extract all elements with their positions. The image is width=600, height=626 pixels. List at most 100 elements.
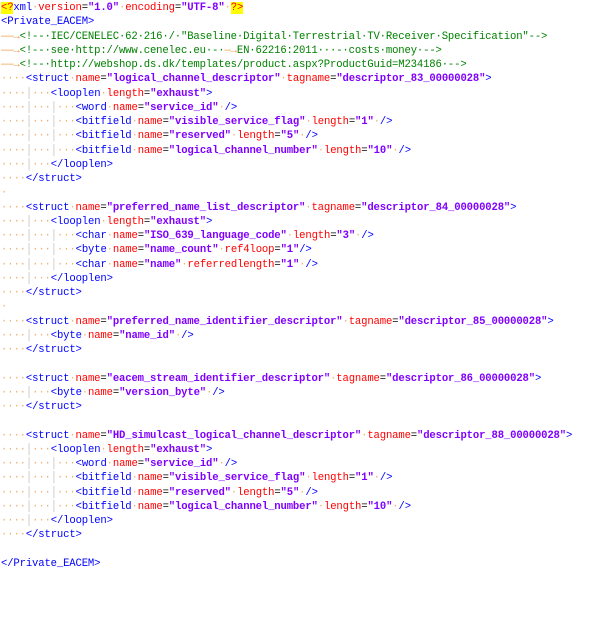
attribute-name: length xyxy=(106,87,144,100)
attribute-value: "visible_service_flag" xyxy=(168,472,306,485)
attribute-value: "HD_simulcast_logical_channel_descriptor… xyxy=(106,429,362,442)
field-line[interactable]: ····│···<byte·name="name_id"·/> xyxy=(1,329,600,343)
field-line[interactable]: ····│···│···<bitfield·name="visible_serv… xyxy=(1,471,600,485)
attribute-value: "visible_service_flag" xyxy=(168,116,306,128)
field-line[interactable]: ····│···│···<word·name="service_id"·/> xyxy=(1,457,600,471)
attribute-value: "name_count" xyxy=(143,244,219,257)
self-close: /> xyxy=(398,500,412,513)
looplen-close-line[interactable]: ····│···</looplen> xyxy=(1,514,600,528)
attribute-name: length xyxy=(292,230,331,242)
attribute-value: "name_id" xyxy=(119,329,175,342)
struct-open-line[interactable]: ····<struct·name="logical_channel_descri… xyxy=(1,72,600,86)
struct-tag: <struct xyxy=(25,315,70,328)
struct-close-tag: </struct> xyxy=(25,529,82,542)
struct-close-line[interactable]: ····</struct> xyxy=(1,528,600,542)
attribute-name: name xyxy=(137,130,163,143)
attribute-name: length xyxy=(106,443,144,456)
xml-declaration-line[interactable]: <?xml·version="1.0"·encoding="UTF-8"·?> xyxy=(1,1,600,15)
attribute-name: name xyxy=(75,429,101,442)
tab-arrow: —→ xyxy=(224,44,237,57)
field-tag: <byte xyxy=(50,329,82,342)
attribute-value: "service_id" xyxy=(143,101,219,114)
field-tag: <char xyxy=(75,258,107,271)
field-line[interactable]: ····│···│···<byte·name="name_count"·ref4… xyxy=(1,243,600,257)
field-tag: <byte xyxy=(75,244,107,257)
attribute-name: ref4loop xyxy=(224,244,275,257)
attribute-value: "eacem_stream_identifier_descriptor" xyxy=(106,372,331,385)
attribute-value: "10" xyxy=(367,500,393,513)
pi-open: <? xyxy=(1,2,14,14)
attribute-name: length xyxy=(323,144,362,157)
field-line[interactable]: ····│···│···<bitfield·name="reserved"·le… xyxy=(1,129,600,143)
attribute-value: "descriptor_86_00000028" xyxy=(385,372,535,385)
struct-open-line[interactable]: ····<struct·name="preferred_name_identif… xyxy=(1,315,600,329)
looplen-open-line[interactable]: ····│···<looplen·length="exhaust"> xyxy=(1,443,600,457)
attribute-name: name xyxy=(137,144,163,157)
attribute-name: name xyxy=(88,329,113,342)
pi-close: ?> xyxy=(230,2,244,14)
field-line[interactable]: ····│···│···<bitfield·name="visible_serv… xyxy=(1,115,600,129)
struct-open-line[interactable]: ····<struct·name="preferred_name_list_de… xyxy=(1,201,600,215)
struct-open-line[interactable]: ····<struct·name="HD_simulcast_logical_c… xyxy=(1,429,600,443)
field-line[interactable]: ····│···│···<bitfield·name="logical_chan… xyxy=(1,144,600,158)
comment-line[interactable]: ——→<!--·see·http://www.cenelec.eu·-·—→EN… xyxy=(1,44,600,58)
attribute-name: name xyxy=(112,258,138,271)
xml-editor[interactable]: <?xml·version="1.0"·encoding="UTF-8"·?> <… xyxy=(0,0,600,571)
attribute-value: "descriptor_83_00000028" xyxy=(336,73,486,86)
blank-line[interactable]: · xyxy=(1,300,600,314)
struct-tag: <struct xyxy=(25,429,70,442)
field-tag: <bitfield xyxy=(75,486,132,499)
looplen-close-line[interactable]: ····│···</looplen> xyxy=(1,158,600,172)
looplen-close-line[interactable]: ····│···</looplen> xyxy=(1,272,600,286)
looplen-tag: <looplen xyxy=(50,215,101,228)
blank-line[interactable]: · xyxy=(1,186,600,200)
blank-line[interactable] xyxy=(1,357,600,371)
root-open-line[interactable]: <Private_EACEM> xyxy=(1,15,600,29)
attribute-name: name xyxy=(75,201,101,214)
attribute-value: "reserved" xyxy=(168,486,231,499)
blank-line[interactable] xyxy=(1,543,600,557)
self-close: /> xyxy=(299,244,312,257)
looplen-open-line[interactable]: ····│···<looplen·length="exhaust"> xyxy=(1,87,600,101)
struct-close-line[interactable]: ····</struct> xyxy=(1,343,600,357)
attribute-name: tagname xyxy=(311,201,355,214)
attribute-value: "1" xyxy=(355,472,374,485)
attribute-name: name xyxy=(75,73,101,86)
struct-close-line[interactable]: ····</struct> xyxy=(1,400,600,414)
tag-close: > xyxy=(565,429,573,442)
field-line[interactable]: ····│···│···<char·name="ISO_639_language… xyxy=(1,229,600,243)
whitespace-dot: · xyxy=(1,187,8,200)
struct-close-line[interactable]: ····</struct> xyxy=(1,286,600,300)
field-tag: <bitfield xyxy=(75,116,132,128)
self-close: /> xyxy=(224,458,238,470)
field-tag: <byte xyxy=(50,386,82,399)
self-close: /> xyxy=(379,472,393,485)
attribute-value: "10" xyxy=(367,144,393,157)
field-line[interactable]: ····│···│···<word·name="service_id"·/> xyxy=(1,101,600,115)
attribute-value: "exhaust" xyxy=(150,87,206,100)
looplen-open-line[interactable]: ····│···<looplen·length="exhaust"> xyxy=(1,215,600,229)
attribute-name: name xyxy=(75,315,101,328)
attribute-value: "logical_channel_number" xyxy=(168,500,318,513)
comment-line[interactable]: ——→<!--·http://webshop.ds.dk/templates/p… xyxy=(1,58,600,72)
struct-open-line[interactable]: ····<struct·name="eacem_stream_identifie… xyxy=(1,372,600,386)
tab-arrow: ——→ xyxy=(1,30,20,43)
struct-close-tag: </struct> xyxy=(25,401,82,413)
root-close-line[interactable]: </Private_EACEM> xyxy=(1,557,600,571)
attribute-name: tagname xyxy=(286,73,331,86)
attribute-value: "UTF-8" xyxy=(181,2,225,14)
field-line[interactable]: ····│···<byte·name="version_byte"·/> xyxy=(1,386,600,400)
attribute-name: tagname xyxy=(336,372,380,385)
root-close-tag: </Private_EACEM> xyxy=(1,557,101,570)
field-line[interactable]: ····│···│···<char·name="name"·referredle… xyxy=(1,258,600,272)
attribute-value: "1" xyxy=(280,244,300,257)
field-line[interactable]: ····│···│···<bitfield·name="reserved"·le… xyxy=(1,486,600,500)
tab-arrow: ——→ xyxy=(1,59,20,71)
field-tag: <bitfield xyxy=(75,500,132,513)
xml-comment: <!--·see·http://www.cenelec.eu·-· xyxy=(19,44,225,57)
blank-line[interactable] xyxy=(1,414,600,428)
struct-close-line[interactable]: ····</struct> xyxy=(1,172,600,186)
comment-line[interactable]: ——→<!--·IEC/CENELEC·62·216·/·"Baseline·D… xyxy=(1,30,600,44)
field-line[interactable]: ····│···│···<bitfield·name="logical_chan… xyxy=(1,500,600,514)
attribute-name: version xyxy=(38,2,82,14)
